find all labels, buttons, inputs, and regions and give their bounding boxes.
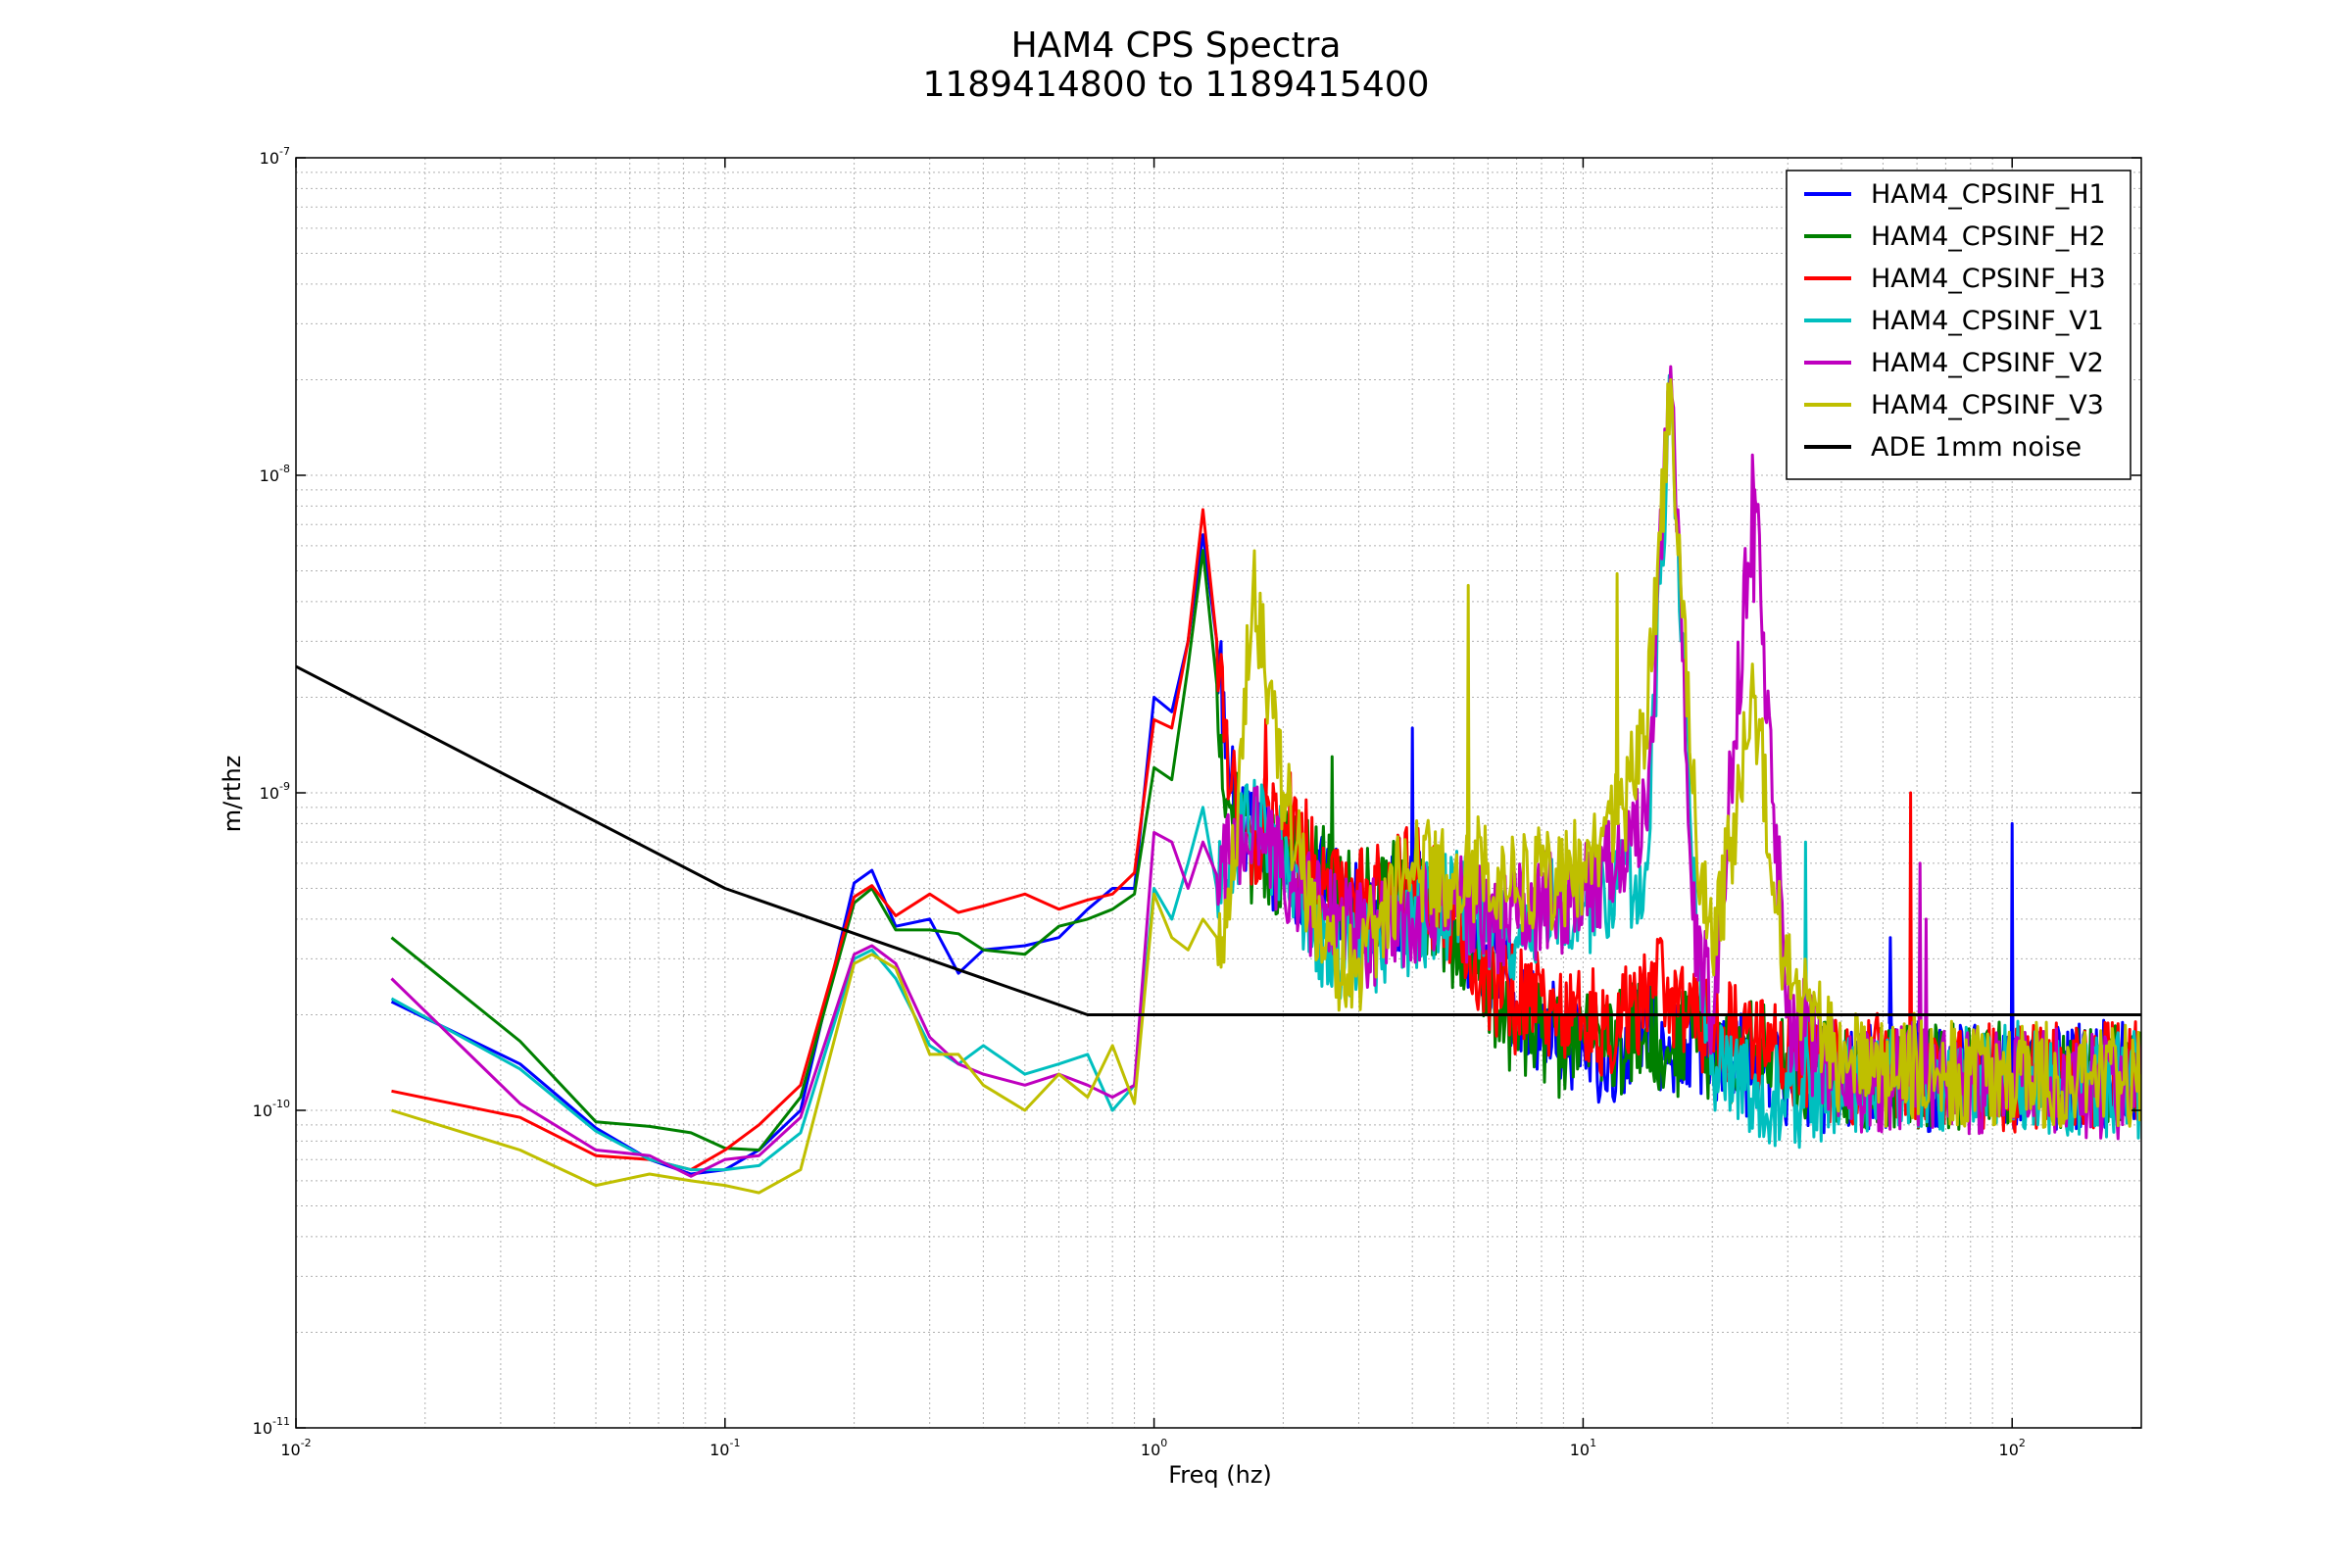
y-tick-label: 10-8 [260,463,290,485]
legend-label: HAM4_CPSINF_H2 [1871,221,2106,252]
x-tick-label: 10-2 [280,1437,311,1459]
x-tick-label: 100 [1141,1437,1167,1459]
x-axis-label: Freq (hz) [1168,1461,1272,1489]
y-axis-label: m/rthz [219,756,246,833]
chart-figure: HAM4 CPS Spectra 1189414800 to 118941540… [0,0,2352,1568]
x-tick-label: 10-1 [710,1437,740,1459]
y-tick-label: 10-10 [253,1098,290,1120]
legend-label: HAM4_CPSINF_V3 [1871,390,2104,420]
legend-label: ADE 1mm noise [1871,432,2082,463]
x-tick-label: 101 [1570,1437,1596,1459]
legend-label: HAM4_CPSINF_V2 [1871,348,2104,378]
y-tick-label: 10-7 [260,145,290,168]
x-tick-label: 102 [1999,1437,2026,1459]
y-tick-label: 10-9 [260,780,290,803]
legend-label: HAM4_CPSINF_H1 [1871,179,2106,210]
legend-label: HAM4_CPSINF_H3 [1871,264,2106,294]
chart-svg: 10-2 10-1 100 101 10210-1110-1010-910-810-7 … [219,145,2142,1489]
legend: HAM4_CPSINF_H1 HAM4_CPSINF_H2 HAM4_CPSINF_… [1786,170,2132,480]
legend-label: HAM4_CPSINF_V1 [1871,306,2104,336]
y-tick-label: 10-11 [253,1415,290,1438]
